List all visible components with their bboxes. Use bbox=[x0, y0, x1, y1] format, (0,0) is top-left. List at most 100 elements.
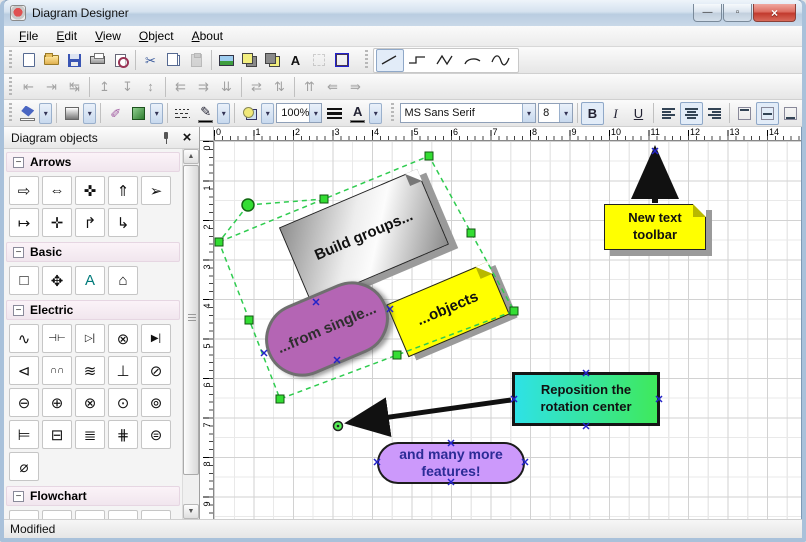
collapse-icon[interactable]: − bbox=[13, 491, 24, 502]
shape-mosfet[interactable]: ⊨ bbox=[9, 420, 39, 449]
align-text-center-button[interactable] bbox=[680, 102, 703, 125]
close-button[interactable]: × bbox=[753, 4, 796, 22]
shape-transistor-circle[interactable]: ⊘ bbox=[141, 356, 171, 385]
shape-pnp-transistor[interactable]: ⊕ bbox=[42, 388, 72, 417]
panel-scrollbar[interactable]: ▲ ▼ bbox=[182, 149, 199, 519]
drawing-canvas[interactable]: Build groups... ...objects ...from singl… bbox=[214, 141, 801, 519]
valign-top-button[interactable] bbox=[733, 102, 756, 125]
new-button[interactable] bbox=[17, 49, 40, 72]
line-curve-button[interactable] bbox=[488, 49, 516, 72]
section-header-electric[interactable]: −Electric bbox=[6, 300, 180, 320]
line-dash-button[interactable] bbox=[171, 102, 194, 125]
paste-button[interactable] bbox=[185, 49, 208, 72]
resize-handle[interactable] bbox=[425, 152, 433, 160]
line-zigzag-button[interactable] bbox=[432, 49, 460, 72]
font-color-button[interactable]: A bbox=[346, 102, 369, 125]
minimize-button[interactable]: — bbox=[693, 4, 722, 22]
reposition-box[interactable]: Reposition the rotation center bbox=[512, 372, 660, 426]
scroll-down-icon[interactable]: ▼ bbox=[183, 504, 199, 519]
gradient-style-dropdown[interactable]: ▾ bbox=[83, 103, 96, 124]
scroll-up-icon[interactable]: ▲ bbox=[183, 149, 199, 164]
toolbar-grip[interactable] bbox=[7, 77, 15, 97]
shadow-color-button[interactable] bbox=[127, 102, 150, 125]
shape-ground[interactable]: ⊥ bbox=[108, 356, 138, 385]
bold-button[interactable]: B bbox=[581, 102, 604, 125]
shape-display[interactable]: ◳ bbox=[141, 510, 171, 519]
print-button[interactable] bbox=[86, 49, 109, 72]
open-button[interactable] bbox=[40, 49, 63, 72]
objects-note[interactable]: ...objects bbox=[386, 262, 510, 357]
default-style-button[interactable] bbox=[238, 102, 261, 125]
font-dropdown[interactable]: ▾ bbox=[522, 104, 535, 122]
pin-icon[interactable] bbox=[159, 131, 173, 145]
shape-capacitor[interactable]: ⊣⊢ bbox=[42, 324, 72, 353]
shape-inductor-core[interactable]: ≋ bbox=[75, 356, 105, 385]
shape-box-arrow[interactable]: ↦ bbox=[9, 208, 39, 237]
shape-data[interactable]: ▱ bbox=[108, 510, 138, 519]
ungroup-button[interactable] bbox=[330, 49, 353, 72]
shape-corner-arrow-up[interactable]: ↱ bbox=[75, 208, 105, 237]
insert-image-button[interactable] bbox=[215, 49, 238, 72]
cut-button[interactable]: ✂ bbox=[139, 49, 162, 72]
shape-current-source[interactable]: ⌀ bbox=[9, 452, 39, 481]
shape-arrow-right[interactable]: ⇨ bbox=[9, 176, 39, 205]
toolbar-grip[interactable] bbox=[7, 103, 14, 124]
maximize-button[interactable]: ▫ bbox=[723, 4, 752, 22]
group-button[interactable] bbox=[307, 49, 330, 72]
align-bottom-button[interactable]: ↧ bbox=[116, 75, 139, 98]
toolbar-grip[interactable] bbox=[363, 50, 371, 71]
insert-text-button[interactable]: A bbox=[284, 49, 307, 72]
shape-led[interactable]: ⊚ bbox=[141, 388, 171, 417]
shadow-color-dropdown[interactable]: ▾ bbox=[150, 103, 163, 124]
zoom-dropdown[interactable]: ▾ bbox=[309, 104, 321, 122]
fit-width-button[interactable]: ⇄ bbox=[245, 75, 268, 98]
title-bar[interactable]: Diagram Designer — ▫ × bbox=[4, 0, 802, 26]
shape-diode[interactable]: ▷| bbox=[75, 324, 105, 353]
gradient-style-button[interactable] bbox=[60, 102, 83, 125]
shape-transformer[interactable]: ≣ bbox=[75, 420, 105, 449]
align-center-button[interactable]: ↹ bbox=[63, 75, 86, 98]
section-header-basic[interactable]: −Basic bbox=[6, 242, 180, 262]
spread-both-button[interactable]: ⇊ bbox=[215, 75, 238, 98]
send-to-back-button[interactable] bbox=[261, 49, 284, 72]
shape-arrow-cross[interactable]: ✛ bbox=[42, 208, 72, 237]
shape-fet-transistor[interactable]: ⊗ bbox=[75, 388, 105, 417]
shape-diode-circle[interactable]: ⊙ bbox=[108, 388, 138, 417]
font-combo[interactable]: MS Sans Serif ▾ bbox=[400, 103, 537, 123]
resize-handle[interactable] bbox=[245, 316, 253, 324]
font-size-dropdown[interactable]: ▾ bbox=[559, 104, 572, 122]
shape-rectangle[interactable]: □ bbox=[9, 266, 39, 295]
zoom-combo[interactable]: 100% ▾ bbox=[276, 103, 322, 123]
new-text-toolbar-note[interactable]: New text toolbar bbox=[604, 204, 706, 250]
shape-inductor[interactable]: ∩∩ bbox=[42, 356, 72, 385]
menu-file[interactable]: File bbox=[10, 27, 47, 45]
shape-arrow-4way[interactable]: ✜ bbox=[75, 176, 105, 205]
pen-color-button[interactable]: ✎ bbox=[194, 102, 217, 125]
menu-object[interactable]: Object bbox=[130, 27, 183, 45]
shape-decision[interactable]: ◇ bbox=[9, 510, 39, 519]
shape-transistor[interactable]: ⊲ bbox=[9, 356, 39, 385]
line-width-button[interactable] bbox=[323, 102, 346, 125]
more-features-pill[interactable]: and many more features! bbox=[377, 442, 525, 484]
shape-resistor[interactable]: ∿ bbox=[9, 324, 39, 353]
resize-handle[interactable] bbox=[510, 307, 518, 315]
spread-vertical-button[interactable]: ⇉ bbox=[192, 75, 215, 98]
resize-handle[interactable] bbox=[467, 229, 475, 237]
section-header-arrows[interactable]: −Arrows bbox=[6, 152, 180, 172]
pen-color-dropdown[interactable]: ▾ bbox=[217, 103, 230, 124]
panel-close-icon[interactable]: × bbox=[179, 129, 195, 146]
shape-text[interactable]: A bbox=[75, 266, 105, 295]
resize-handle[interactable] bbox=[320, 195, 328, 203]
align-left-button[interactable]: ⇤ bbox=[17, 75, 40, 98]
rotation-handle[interactable] bbox=[242, 199, 254, 211]
print-preview-button[interactable] bbox=[109, 49, 132, 72]
resize-handle[interactable] bbox=[276, 395, 284, 403]
font-color-dropdown[interactable]: ▾ bbox=[369, 103, 382, 124]
shape-npn-transistor[interactable]: ⊖ bbox=[9, 388, 39, 417]
align-right-button[interactable]: ⇥ bbox=[40, 75, 63, 98]
menu-view[interactable]: View bbox=[86, 27, 130, 45]
tree-collapse-button[interactable]: ⇛ bbox=[344, 75, 367, 98]
copy-button[interactable] bbox=[162, 49, 185, 72]
shape-anchor-point[interactable]: ✥ bbox=[42, 266, 72, 295]
scroll-thumb[interactable] bbox=[183, 165, 199, 475]
